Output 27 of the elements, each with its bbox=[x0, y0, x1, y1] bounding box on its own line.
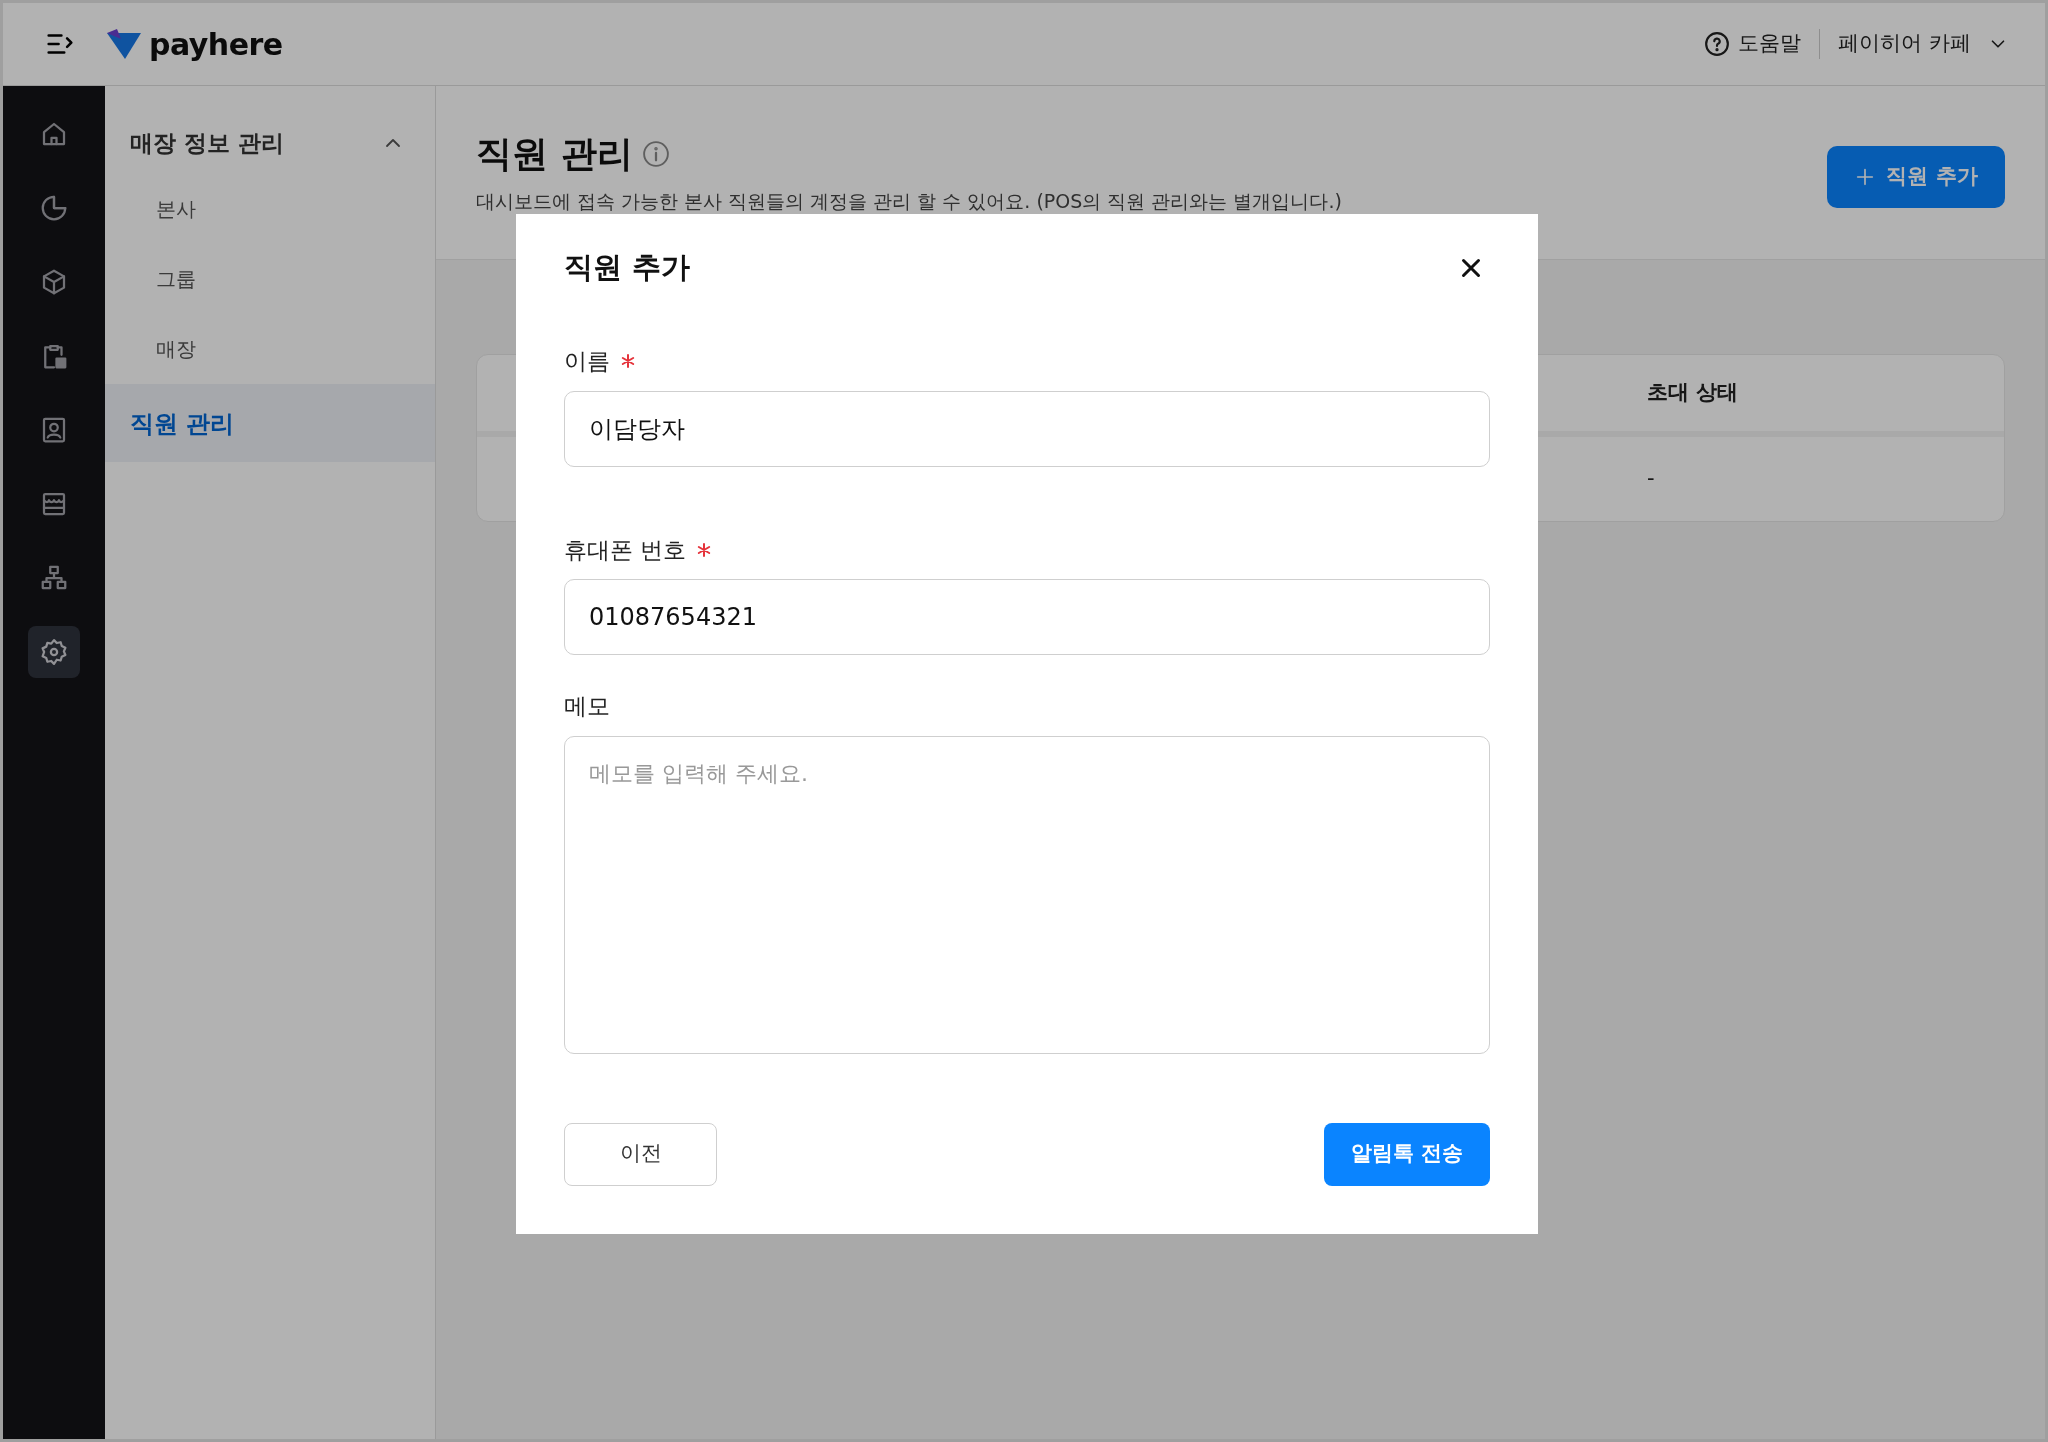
memo-field[interactable]: 메모를 입력해 주세요. bbox=[564, 735, 1490, 1054]
sidebar-item[interactable]: 그룹 bbox=[105, 244, 435, 314]
dialog-title: 직원 추가 bbox=[564, 249, 691, 287]
column-header: 초대 상태 bbox=[1647, 379, 1739, 407]
sidebar-item[interactable]: 직원 관리 bbox=[105, 384, 435, 462]
help-link[interactable]: 도움말 bbox=[1704, 28, 1802, 60]
field-label: 메모 bbox=[564, 692, 610, 721]
info-icon bbox=[640, 138, 671, 169]
table-cell-text: - bbox=[1647, 465, 1655, 493]
text-field[interactable]: 01087654321 bbox=[564, 579, 1490, 655]
page-title: 직원 관리 bbox=[476, 132, 633, 176]
help-icon bbox=[1704, 31, 1731, 57]
field-label: 이름 bbox=[564, 347, 610, 376]
page-subtitle: 대시보드에 접속 가능한 본사 직원들의 계정을 관리 할 수 있어요. (POS의 직원 관리와는 별개입니다.) bbox=[476, 189, 1342, 215]
text-field[interactable]: 이담당자 bbox=[564, 390, 1490, 467]
back-button[interactable]: 이전 bbox=[564, 1122, 717, 1186]
store-selector[interactable]: 페이히어 카페 bbox=[1838, 28, 2009, 60]
sidebar-item[interactable]: 본사 bbox=[105, 174, 435, 244]
sidebar-group[interactable]: 매장 정보 관리 bbox=[105, 112, 435, 174]
send-button[interactable]: 알림톡 전송 bbox=[1324, 1122, 1490, 1186]
field-label: 휴대폰 번호 bbox=[564, 535, 687, 565]
logo-text: payhere bbox=[149, 25, 283, 64]
nav-button[interactable] bbox=[28, 626, 80, 678]
pie-chart-icon bbox=[39, 193, 69, 223]
sidebar-item[interactable]: 매장 bbox=[105, 314, 435, 384]
gear-icon bbox=[39, 637, 69, 667]
logo-icon bbox=[107, 29, 141, 59]
